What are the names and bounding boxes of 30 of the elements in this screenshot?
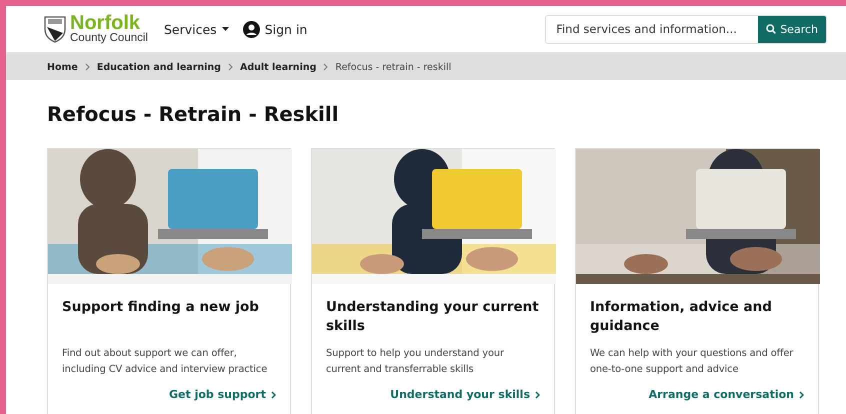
card-description: Find out about support we can offer, including CV advice and interview practice (62, 347, 268, 377)
card-description: We can help with your questions and offer one-to-one support and advice (590, 347, 794, 377)
caret-icon (222, 27, 229, 31)
card-link[interactable]: Understand your skills (390, 388, 540, 401)
logo-subtitle: County Council (70, 33, 148, 45)
chevron-icon (228, 63, 233, 71)
sign-in-link[interactable]: Sign in (242, 20, 308, 38)
breadcrumb-link[interactable]: Home (47, 62, 78, 72)
card-description: Support to help you understand your current and transferrable skills (326, 347, 505, 377)
card-heading: Support finding a new job (62, 298, 260, 317)
logo-name: Norfolk (70, 13, 140, 34)
crest-icon (44, 15, 66, 43)
breadcrumb-link[interactable]: Education and learning (96, 62, 221, 72)
services-menu[interactable]: Services (164, 22, 229, 36)
user-icon (242, 20, 260, 38)
card-link[interactable]: Arrange a conversation (648, 388, 804, 401)
search-icon (766, 24, 776, 34)
card-link[interactable]: Get job support (169, 388, 276, 401)
chevron-icon (799, 390, 804, 398)
chevron-icon (271, 390, 276, 398)
chevron-icon (84, 63, 90, 71)
chevron-icon (323, 63, 328, 71)
search-button[interactable]: Search (758, 16, 826, 42)
page-title: Refocus - Retrain - Reskill (47, 102, 340, 126)
breadcrumb-link[interactable]: Adult learning (240, 62, 316, 72)
search-field[interactable]: Find services and information... Search (545, 14, 827, 44)
breadcrumb-current: Refocus - retrain - reskill (335, 62, 452, 72)
card-heading: Information, advice and guidance (590, 298, 773, 336)
chevron-icon (535, 390, 540, 398)
card-heading: Understanding your current skills (326, 298, 540, 336)
